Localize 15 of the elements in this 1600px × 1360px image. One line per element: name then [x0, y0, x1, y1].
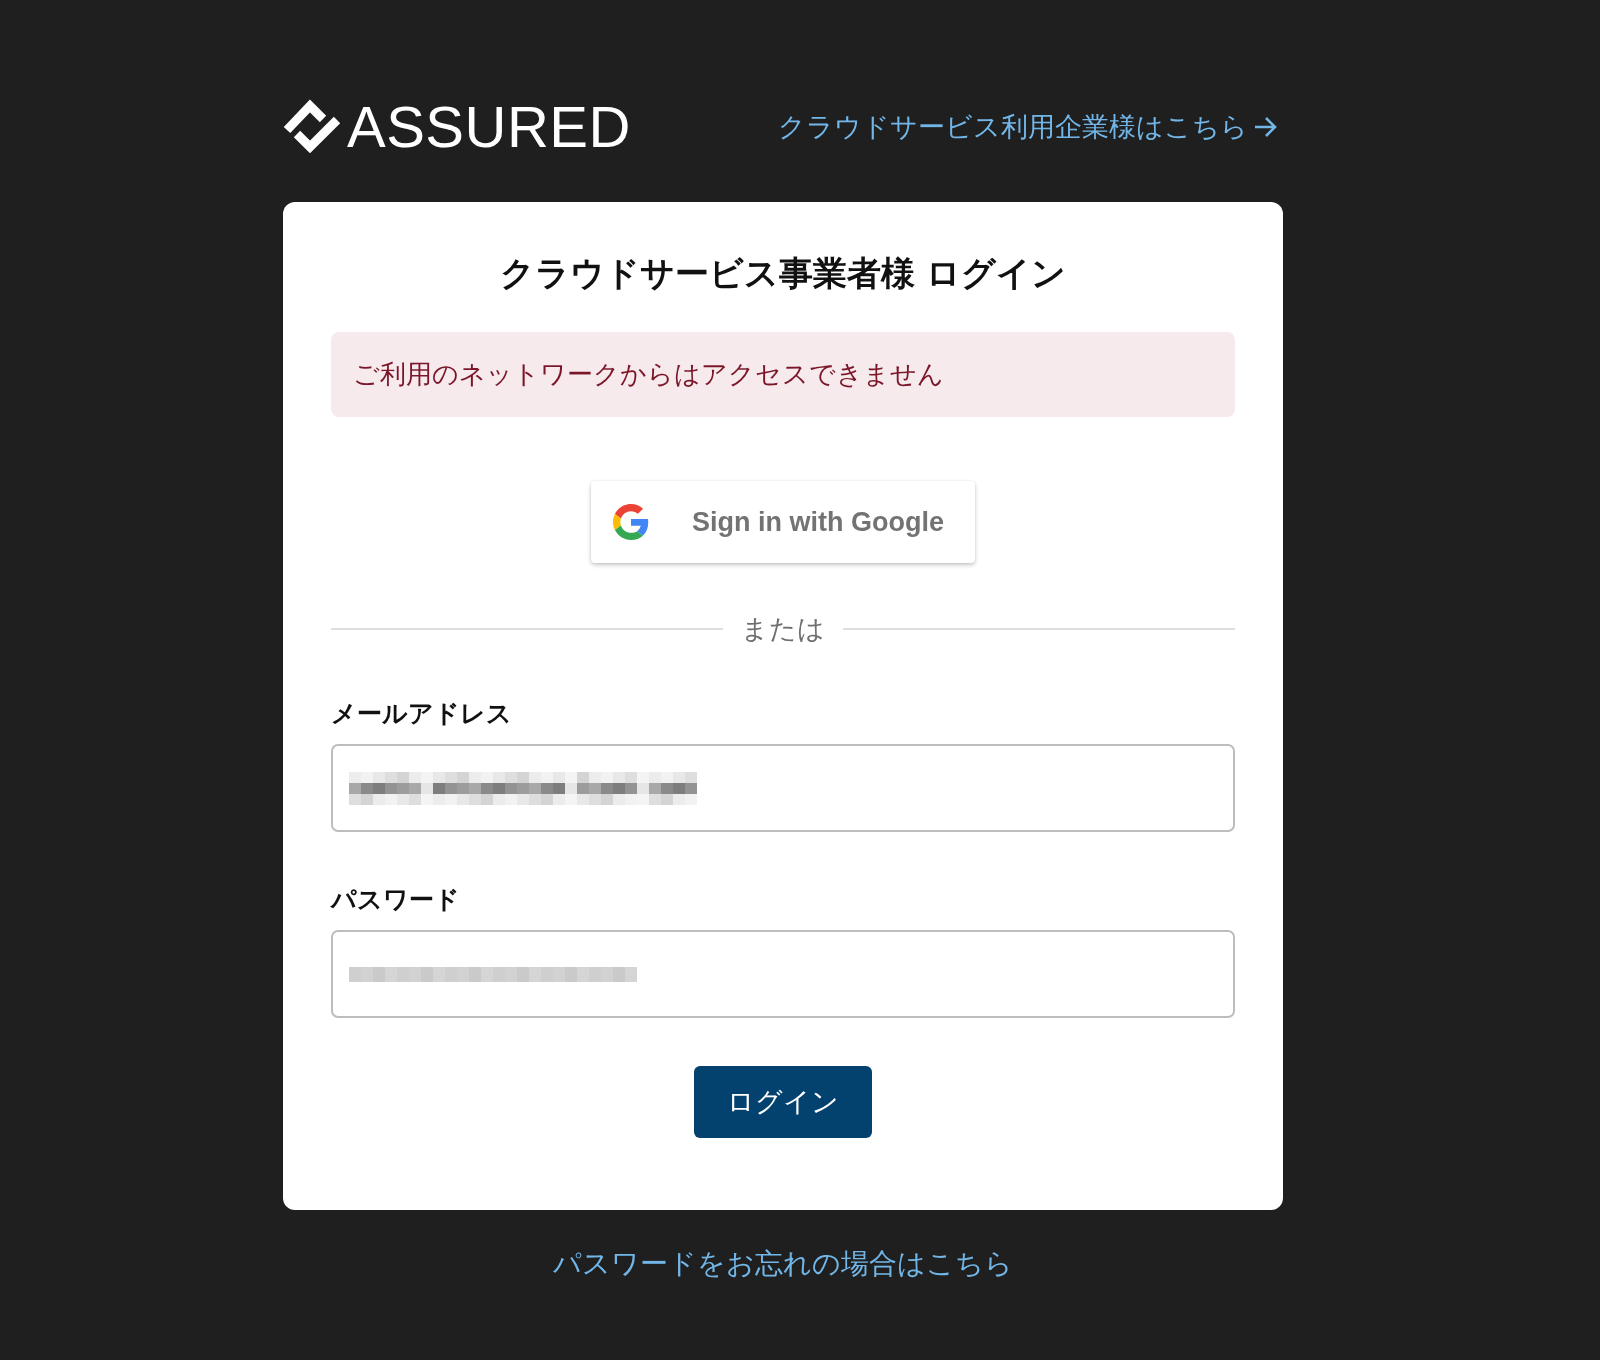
login-button[interactable]: ログイン: [694, 1066, 872, 1138]
logo-icon: [283, 99, 341, 155]
password-field[interactable]: [331, 930, 1235, 1018]
email-field[interactable]: [331, 744, 1235, 832]
google-g-icon: [613, 504, 649, 540]
company-link[interactable]: クラウドサービス利用企業様はこちら: [778, 110, 1278, 144]
arrow-right-icon: [1254, 116, 1278, 138]
logo-wordmark: ASSURED: [347, 98, 631, 156]
field-label: パスワード: [331, 885, 461, 915]
field-label: メールアドレス: [331, 699, 513, 729]
forgot-password-link[interactable]: パスワードをお忘れの場合はこちら: [553, 1247, 1013, 1281]
google-sign-in-button[interactable]: Sign in with Google: [591, 481, 975, 563]
login-title: クラウドサービス事業者様 ログイン: [498, 253, 1068, 293]
error-alert: ご利用のネットワークからはアクセスできません: [331, 332, 1235, 417]
divider-text: または: [741, 612, 825, 646]
